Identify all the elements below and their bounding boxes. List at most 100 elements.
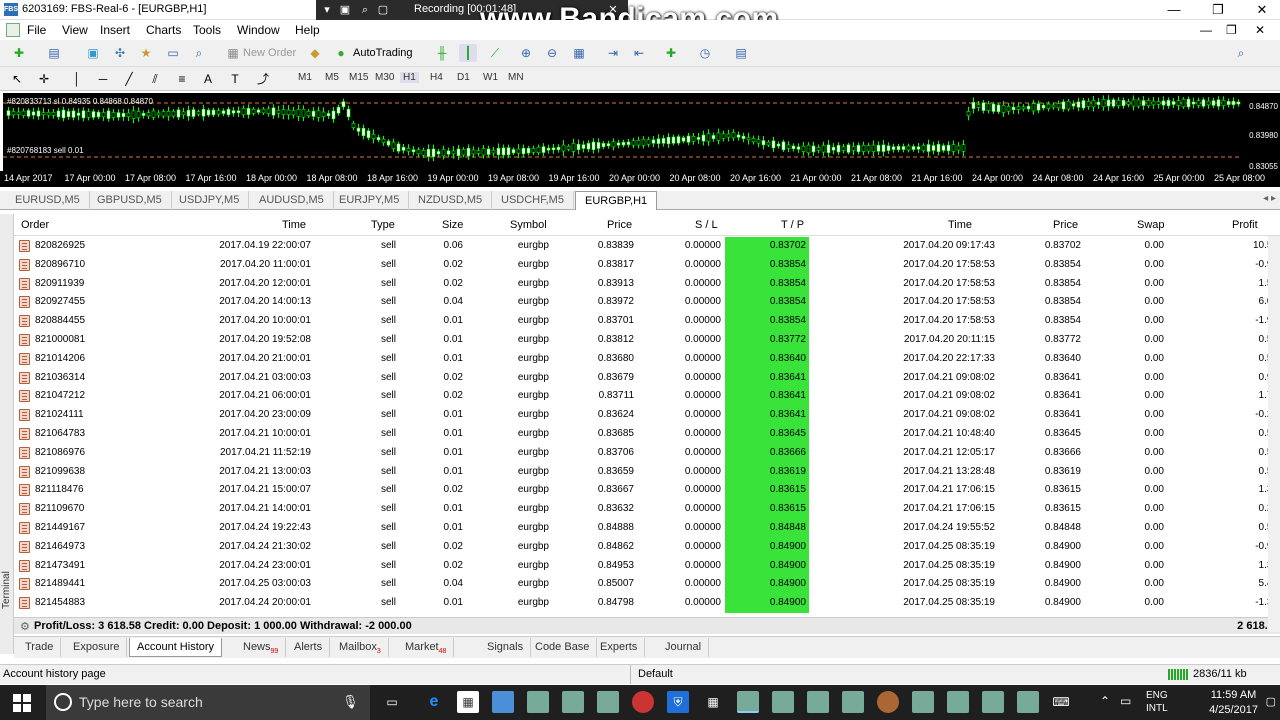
vertical-scrollbar[interactable] — [1268, 236, 1280, 632]
menu-charts[interactable]: Charts — [146, 23, 181, 37]
timeframe-m1[interactable]: M1 — [298, 72, 312, 83]
close-child-icon[interactable]: ✕ — [1255, 23, 1265, 37]
chart-tab-usdchf-m5[interactable]: USDCHF,M5 — [492, 191, 574, 210]
table-row[interactable]: 821000081 2017.04.20 19:52:08 sell 0.01 eurg… — [14, 331, 1280, 350]
chart-tab-eurgbp-h1[interactable]: EURGBP,H1 — [575, 191, 658, 210]
crosshair-icon[interactable]: ✛ — [35, 70, 53, 88]
table-row[interactable]: 821099638 2017.04.21 13:00:03 sell 0.01 eurg… — [14, 462, 1280, 482]
minimize-icon[interactable]: — — [1152, 0, 1196, 20]
tile-windows-icon[interactable]: ▦ — [570, 44, 588, 62]
mt4-icon-7[interactable] — [912, 691, 934, 713]
clock[interactable]: 11:59 AM 4/25/2017 — [1209, 688, 1258, 718]
arrows-icon[interactable]: ⤴ — [254, 70, 272, 88]
record-app-icon[interactable] — [632, 691, 654, 713]
menu-view[interactable]: View — [62, 23, 88, 37]
timeframe-m30[interactable]: M30 — [375, 72, 394, 83]
mt4-icon-10[interactable] — [1017, 691, 1039, 713]
chart-tab-eurjpy-m5[interactable]: EURJPY,M5 — [330, 191, 410, 210]
mt4-icon-1[interactable] — [527, 691, 549, 713]
market-watch-icon[interactable]: ▣ — [84, 44, 102, 62]
mt4-icon-4[interactable] — [772, 691, 794, 713]
screen-icon[interactable]: ▢ — [376, 3, 390, 17]
mt4-icon-6[interactable] — [842, 691, 864, 713]
trendline-icon[interactable]: ╱ — [120, 70, 138, 88]
new-order-icon[interactable]: ▦ — [224, 44, 242, 62]
col-size[interactable]: Size — [442, 219, 463, 231]
metaeditor-icon[interactable]: ◆ — [306, 44, 324, 62]
tab-market[interactable]: Market48 — [398, 638, 455, 657]
cursor-icon[interactable]: ↖ — [8, 70, 26, 88]
vertical-line-icon[interactable]: │ — [68, 70, 86, 88]
store-icon[interactable]: ▦ — [457, 691, 479, 713]
navigator-icon[interactable]: ★ — [137, 44, 155, 62]
timeframe-d1[interactable]: D1 — [457, 72, 470, 83]
profiles-icon[interactable]: ▤ — [45, 44, 63, 62]
price-chart[interactable]: #820833713 sl 0.84935 0.84868 0.84870 #8… — [3, 93, 1241, 171]
col-profit[interactable]: Profit — [1232, 219, 1258, 231]
microphone-icon[interactable]: 🎙 — [342, 694, 359, 710]
candlestick-icon[interactable]: ┃ — [459, 44, 477, 62]
timeframe-h1[interactable]: H1 — [400, 72, 419, 83]
table-row[interactable]: 821464973 2017.04.24 21:30:02 sell 0.02 eurg… — [14, 537, 1280, 557]
timeframe-w1[interactable]: W1 — [483, 72, 498, 83]
chart-tab-gbpusd-m5[interactable]: GBPUSD,M5 — [88, 191, 172, 210]
col-symbol[interactable]: Symbol — [510, 219, 547, 231]
col-tp[interactable]: T / P — [781, 219, 804, 231]
app-icon-2[interactable] — [877, 691, 899, 713]
app-icon-1[interactable] — [492, 691, 514, 713]
mt4-icon-9[interactable] — [982, 691, 1004, 713]
table-row[interactable]: 821449167 2017.04.24 19:22:43 sell 0.01 eurg… — [14, 519, 1280, 538]
terminal-sidebar[interactable]: Terminal — [0, 214, 14, 654]
network-icon[interactable]: ▭ — [1120, 694, 1131, 708]
strategy-tester-icon[interactable]: ⌕ — [190, 44, 208, 62]
tray-chevron-icon[interactable]: ⌃ — [1100, 694, 1110, 708]
fibonacci-icon[interactable]: ≡ — [173, 70, 191, 88]
timeframe-m15[interactable]: M15 — [349, 72, 368, 83]
chart-tab-eurusd-m5[interactable]: EURUSD,M5 — [6, 191, 90, 210]
tab-account-history[interactable]: Account History — [129, 638, 223, 657]
timeframe-mn[interactable]: MN — [508, 72, 524, 83]
table-row[interactable]: 820826925 2017.04.19 22:00:07 sell 0.06 eurg… — [14, 237, 1280, 256]
tabs-scroll-icon[interactable]: ◂ ▸ — [1263, 193, 1276, 204]
text-tool-icon[interactable]: A — [199, 70, 217, 88]
table-row[interactable]: 821036314 2017.04.21 03:00:03 sell 0.02 eurg… — [14, 368, 1280, 388]
chart-window-icon[interactable] — [6, 23, 20, 37]
timeframe-m5[interactable]: M5 — [325, 72, 339, 83]
calculator-icon[interactable]: ▦ — [702, 691, 724, 713]
table-row[interactable]: 821118476 2017.04.21 15:00:07 sell 0.02 eurg… — [14, 481, 1280, 501]
table-row[interactable]: 821086976 2017.04.21 11:52:19 sell 0.01 eurg… — [14, 443, 1280, 463]
table-row[interactable]: 821473491 2017.04.24 23:00:01 sell 0.02 eurg… — [14, 556, 1280, 576]
mt4-active-icon[interactable] — [737, 691, 759, 713]
tab-experts[interactable]: Experts — [593, 638, 646, 657]
tab-code-base[interactable]: Code Base — [528, 638, 598, 657]
indicators-icon[interactable]: ✚ — [662, 44, 680, 62]
windows-start-icon[interactable] — [13, 694, 31, 712]
menu-tools[interactable]: Tools — [193, 23, 221, 37]
bar-chart-icon[interactable]: ╫ — [433, 44, 451, 62]
col-swap[interactable]: Swap — [1137, 219, 1165, 231]
tab-news[interactable]: News99 — [236, 638, 287, 657]
table-row[interactable]: 821064783 2017.04.21 10:00:01 sell 0.01 eurg… — [14, 425, 1280, 444]
new-chart-icon[interactable]: ✚ — [10, 44, 28, 62]
table-row[interactable]: 821489441 2017.04.25 03:00:03 sell 0.04 eurg… — [14, 575, 1280, 595]
restore-icon[interactable]: ❐ — [1196, 0, 1240, 20]
search-icon[interactable]: ⌕ — [1232, 44, 1250, 62]
autotrading-button[interactable]: AutoTrading — [353, 47, 413, 59]
table-row[interactable]: 821014206 2017.04.20 21:00:01 sell 0.01 eurg… — [14, 349, 1280, 369]
mt4-icon-2[interactable] — [562, 691, 584, 713]
zoom-out-icon[interactable]: ⊖ — [543, 44, 561, 62]
language-indicator[interactable]: ENG INTL — [1146, 689, 1168, 715]
minimize-child-icon[interactable]: — — [1200, 23, 1212, 37]
col-open-price[interactable]: Price — [607, 219, 632, 231]
defender-icon[interactable]: ⛨ — [667, 691, 689, 713]
autotrading-icon[interactable]: ● — [332, 44, 350, 62]
table-row[interactable]: 820911939 2017.04.20 12:00:01 sell 0.02 eurg… — [14, 274, 1280, 294]
mt4-icon-5[interactable] — [807, 691, 829, 713]
search-icon[interactable]: ⌕ — [358, 3, 372, 17]
mt4-icon-3[interactable] — [597, 691, 619, 713]
chart-shift-icon[interactable]: ⇥ — [604, 44, 622, 62]
edge-icon[interactable]: e — [423, 691, 445, 713]
new-order-button[interactable]: New Order — [243, 47, 296, 59]
tab-trade[interactable]: Trade — [18, 638, 62, 657]
table-row[interactable]: 821047212 2017.04.21 06:00:01 sell 0.02 eurg… — [14, 387, 1280, 407]
